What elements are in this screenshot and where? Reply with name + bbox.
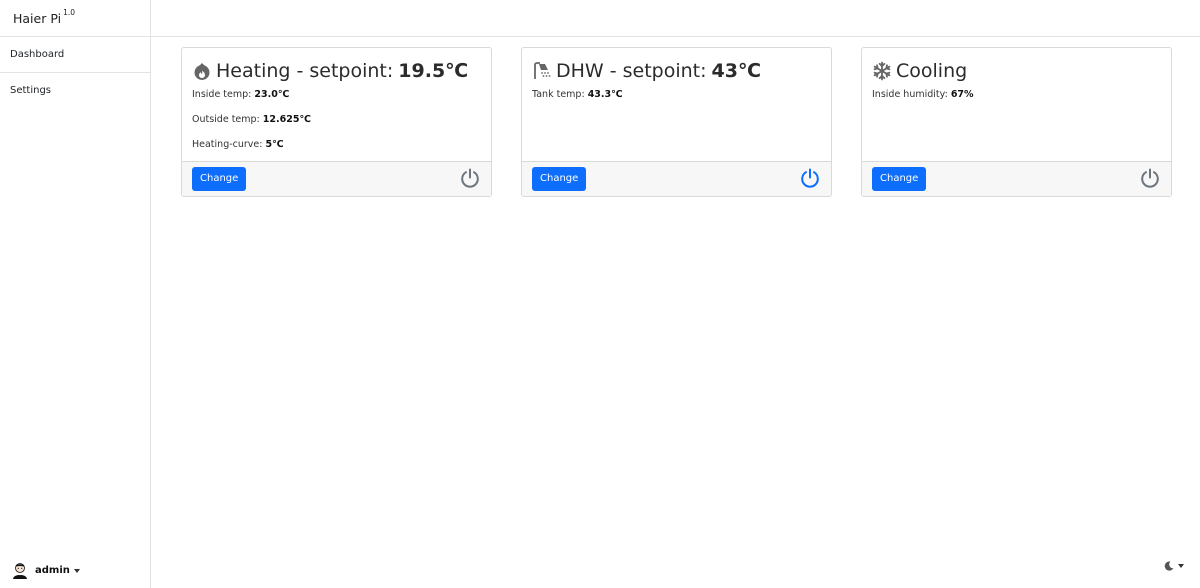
stat-label: Inside humidity: bbox=[872, 89, 948, 100]
sidebar: Haier Pi 1.0 Dashboard Settings admin bbox=[0, 0, 151, 588]
flame-icon bbox=[194, 63, 210, 80]
app-version: 1.0 bbox=[63, 8, 76, 17]
user-menu[interactable]: admin bbox=[12, 562, 80, 579]
setpoint-value: 43℃ bbox=[711, 60, 761, 82]
stat-value: 23.0℃ bbox=[254, 89, 290, 100]
card-title-text: Heating - setpoint: bbox=[216, 60, 394, 82]
avatar bbox=[13, 563, 27, 579]
stat-label: Tank temp: bbox=[532, 89, 585, 100]
moon-icon bbox=[1164, 561, 1174, 571]
stat-label: Inside temp: bbox=[192, 89, 252, 100]
card-footer: Change bbox=[182, 161, 491, 196]
card-title-text: DHW - setpoint: bbox=[556, 60, 707, 82]
inside-humidity-stat: Inside humidity: 67% bbox=[872, 88, 1161, 113]
theme-toggle[interactable] bbox=[1164, 561, 1184, 571]
stat-value: 12.625℃ bbox=[262, 114, 311, 125]
card-title: Cooling bbox=[872, 58, 1161, 84]
change-button[interactable]: Change bbox=[192, 167, 247, 191]
card-title-text: Cooling bbox=[896, 60, 968, 82]
card-footer: Change bbox=[522, 161, 831, 196]
stat-value: 67% bbox=[950, 89, 974, 100]
app-name: Haier Pi bbox=[13, 11, 62, 27]
app-brand[interactable]: Haier Pi 1.0 bbox=[0, 0, 150, 37]
power-icon[interactable] bbox=[1139, 167, 1161, 189]
dhw-card: DHW - setpoint: 43℃ Tank temp: 43.3℃ Chan… bbox=[521, 47, 832, 197]
username: admin bbox=[35, 565, 70, 576]
inside-temp-stat: Inside temp: 23.0℃ bbox=[192, 88, 481, 113]
stat-label: Heating-curve: bbox=[192, 139, 263, 150]
shower-icon bbox=[534, 62, 551, 79]
stat-value: 43.3℃ bbox=[587, 89, 623, 100]
stat-label: Outside temp: bbox=[192, 114, 260, 125]
change-button[interactable]: Change bbox=[872, 167, 927, 191]
card-footer: Change bbox=[862, 161, 1171, 196]
card-title: DHW - setpoint: 43℃ bbox=[532, 58, 821, 84]
top-bar bbox=[151, 0, 1200, 37]
snowflake-icon bbox=[873, 61, 891, 81]
sidebar-item-label: Settings bbox=[10, 85, 52, 96]
power-icon[interactable] bbox=[459, 167, 481, 189]
cooling-card: Cooling Inside humidity: 67% Change bbox=[861, 47, 1172, 197]
caret-down-icon bbox=[1178, 564, 1184, 568]
tank-temp-stat: Tank temp: 43.3℃ bbox=[532, 88, 821, 113]
card-title: Heating - setpoint: 19.5℃ bbox=[192, 58, 481, 84]
caret-down-icon bbox=[73, 568, 80, 573]
sidebar-item-settings[interactable]: Settings bbox=[0, 73, 150, 109]
stat-value: 5℃ bbox=[265, 139, 284, 150]
heating-curve-stat: Heating-curve: 5℃ bbox=[192, 138, 481, 163]
sidebar-item-dashboard[interactable]: Dashboard bbox=[0, 37, 150, 73]
power-icon[interactable] bbox=[799, 167, 821, 189]
heating-card: Heating - setpoint: 19.5℃ Inside temp: 23… bbox=[181, 47, 492, 197]
change-button[interactable]: Change bbox=[532, 167, 587, 191]
sidebar-item-label: Dashboard bbox=[10, 49, 65, 60]
setpoint-value: 19.5℃ bbox=[398, 60, 469, 82]
outside-temp-stat: Outside temp: 12.625℃ bbox=[192, 113, 481, 138]
